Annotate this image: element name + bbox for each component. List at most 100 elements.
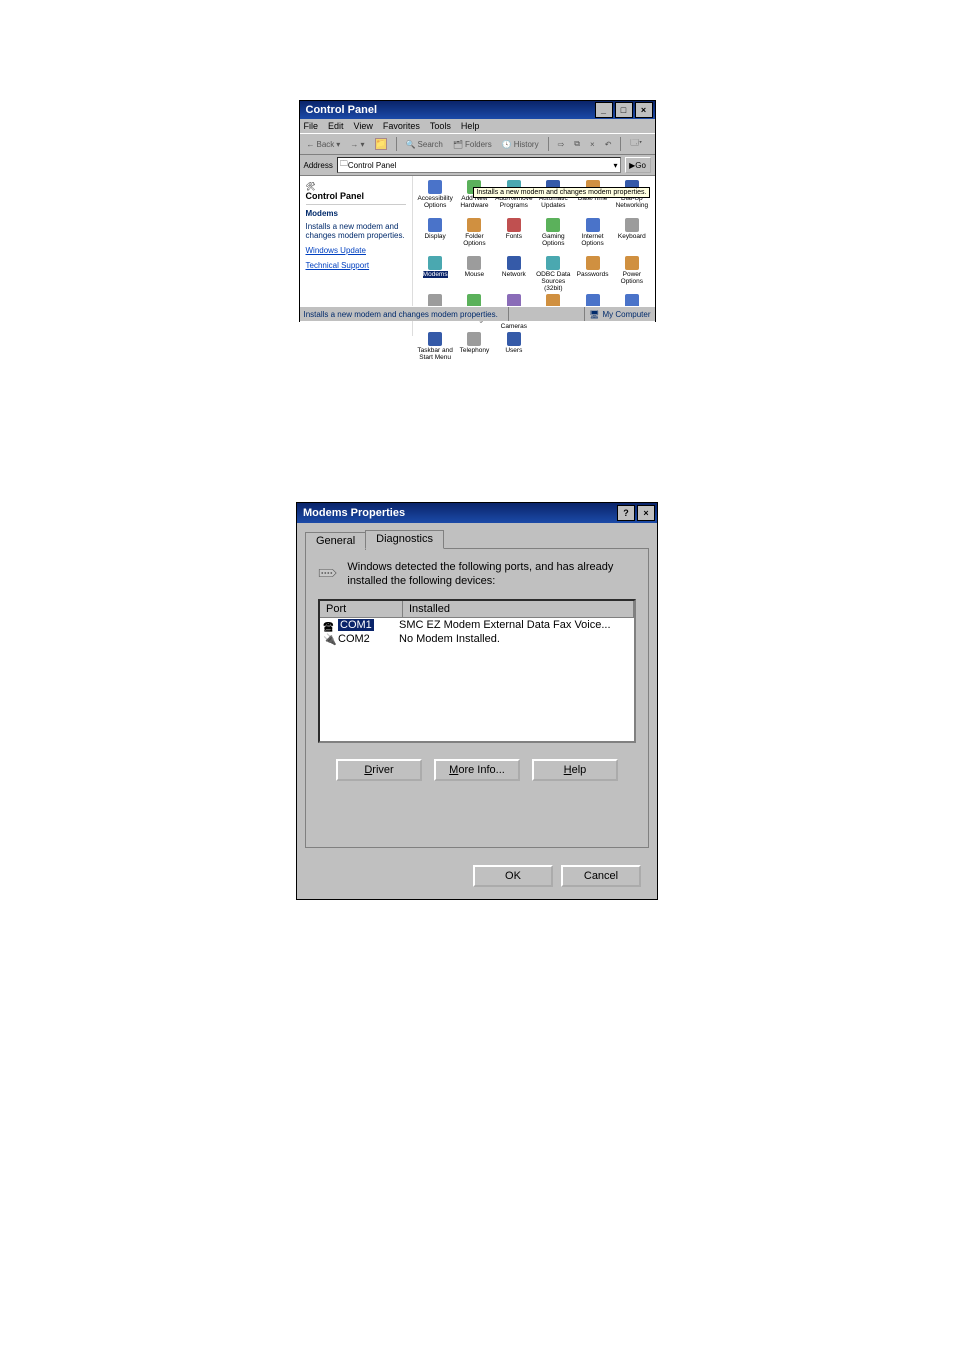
menu-file[interactable]: File — [304, 121, 319, 131]
control-panel-item[interactable]: Network — [495, 256, 533, 292]
copyto-button[interactable]: ⧉ — [571, 138, 583, 150]
titlebar[interactable]: Control Panel _ □ × — [300, 101, 655, 119]
control-panel-item[interactable]: Dial-Up Networking — [613, 180, 650, 216]
control-panel-item[interactable]: Mouse — [456, 256, 493, 292]
status-text: Installs a new modem and changes modem p… — [304, 310, 505, 319]
folder-icon: 🗀 — [340, 158, 348, 172]
go-button[interactable]: ▶Go — [625, 157, 651, 173]
modems-properties-dialog: Modems Properties ? × General Diagnostic… — [296, 502, 658, 900]
menu-view[interactable]: View — [354, 121, 373, 131]
applet-label: Keyboard — [618, 233, 646, 240]
undo-button[interactable]: ↶ — [602, 139, 615, 150]
control-panel-item[interactable]: Telephony — [456, 332, 493, 368]
applet-label: Passwords — [577, 271, 609, 278]
views-button[interactable]: 🗔▾ — [627, 136, 645, 152]
menu-favorites[interactable]: Favorites — [383, 121, 420, 131]
tab-general[interactable]: General — [305, 532, 366, 550]
control-panel-item[interactable]: Automatic Updates — [535, 180, 572, 216]
titlebar[interactable]: Modems Properties ? × — [297, 503, 657, 523]
control-panel-item[interactable]: Add New Hardware — [456, 180, 493, 216]
delete-button[interactable]: × — [587, 139, 598, 150]
control-panel-item[interactable]: Passwords — [574, 256, 611, 292]
control-panel-item[interactable]: Users — [495, 332, 533, 368]
control-panel-item[interactable]: Power Options — [613, 256, 650, 292]
control-panel-item[interactable]: Accessibility Options — [417, 180, 454, 216]
forward-button[interactable]: → ▾ — [347, 139, 367, 150]
diagnostic-buttons: Driver More Info... Help — [324, 759, 630, 781]
header-port[interactable]: Port — [320, 601, 403, 617]
tech-support-link[interactable]: Technical Support — [306, 261, 406, 270]
applet-label: Fonts — [506, 233, 522, 240]
port-row[interactable]: 🔌COM2No Modem Installed. — [320, 632, 634, 646]
tab-diagnostics[interactable]: Diagnostics — [365, 530, 444, 549]
selected-item-title: Modems — [306, 209, 406, 218]
control-panel-item[interactable]: Keyboard — [613, 218, 650, 254]
driver-button[interactable]: Driver — [336, 759, 422, 781]
control-panel-item[interactable]: Add/Remove Programs — [495, 180, 533, 216]
cancel-button[interactable]: Cancel — [561, 865, 641, 887]
applet-label: Internet Options — [574, 233, 611, 247]
applet-label: Display — [424, 233, 445, 240]
control-panel-item[interactable]: Date/Time — [574, 180, 611, 216]
port-name: COM2 — [338, 633, 370, 645]
control-panel-item[interactable]: Folder Options — [456, 218, 493, 254]
applet-icon — [586, 256, 600, 270]
minimize-button[interactable]: _ — [595, 102, 613, 118]
history-button[interactable]: 🕓History — [499, 139, 542, 150]
applet-label: Folder Options — [456, 233, 493, 247]
applet-icon — [428, 332, 442, 346]
applet-label: Gaming Options — [535, 233, 572, 247]
applet-icon — [428, 218, 442, 232]
applet-label: Taskbar and Start Menu — [417, 347, 454, 361]
applet-icon — [546, 256, 560, 270]
control-panel-item[interactable]: Fonts — [495, 218, 533, 254]
help-button[interactable]: ? — [617, 505, 635, 521]
selected-item-desc: Installs a new modem and changes modem p… — [306, 222, 406, 240]
serial-port-icon — [318, 561, 337, 585]
maximize-button[interactable]: □ — [615, 102, 633, 118]
applet-icon — [467, 332, 481, 346]
address-field[interactable]: 🗀 Control Panel ▾ — [337, 157, 621, 173]
control-panel-item[interactable]: ODBC Data Sources (32bit) — [535, 256, 572, 292]
control-panel-item[interactable]: Internet Options — [574, 218, 611, 254]
port-row[interactable]: 🖀COM1SMC EZ Modem External Data Fax Voic… — [320, 618, 634, 632]
applet-icon — [507, 256, 521, 270]
windows-update-link[interactable]: Windows Update — [306, 246, 406, 255]
close-button[interactable]: × — [635, 102, 653, 118]
control-panel-item[interactable]: Display — [417, 218, 454, 254]
dialog-title: Modems Properties — [299, 507, 615, 519]
status-bar: Installs a new modem and changes modem p… — [300, 306, 655, 321]
applet-icon — [625, 256, 639, 270]
applet-icon — [507, 218, 521, 232]
dropdown-icon[interactable]: ▾ — [613, 161, 617, 170]
applet-label: ODBC Data Sources (32bit) — [535, 271, 572, 292]
more-info-button[interactable]: More Info... — [434, 759, 520, 781]
menu-bar: File Edit View Favorites Tools Help — [300, 119, 655, 133]
header-installed[interactable]: Installed — [403, 601, 634, 617]
back-button[interactable]: ← Back ▾ — [304, 139, 344, 150]
control-panel-item[interactable]: Modems — [417, 256, 454, 292]
menu-tools[interactable]: Tools — [430, 121, 451, 131]
control-panel-item[interactable]: Taskbar and Start Menu — [417, 332, 454, 368]
applet-label: Users — [505, 347, 522, 354]
tab-strip: General Diagnostics — [305, 529, 649, 548]
sidebar-heading: Control Panel — [306, 191, 365, 201]
list-header[interactable]: Port Installed — [320, 601, 634, 618]
control-panel-item[interactable]: Gaming Options — [535, 218, 572, 254]
moveto-button[interactable]: ⇨ — [555, 139, 568, 150]
ok-button[interactable]: OK — [473, 865, 553, 887]
up-button[interactable]: 📁 — [372, 137, 390, 151]
menu-help[interactable]: Help — [461, 121, 480, 131]
applet-icon — [428, 180, 442, 194]
intro-text: Windows detected the following ports, an… — [347, 561, 636, 589]
tab-panel-diagnostics: Windows detected the following ports, an… — [305, 548, 649, 848]
toolbar: ← Back ▾ → ▾ 📁 🔍Search 🗂Folders 🕓History… — [300, 133, 655, 155]
ports-listbox[interactable]: Port Installed 🖀COM1SMC EZ Modem Externa… — [318, 599, 636, 743]
search-button[interactable]: 🔍Search — [403, 139, 446, 150]
address-bar: Address 🗀 Control Panel ▾ ▶Go — [300, 155, 655, 176]
close-button[interactable]: × — [637, 505, 655, 521]
help-button[interactable]: Help — [532, 759, 618, 781]
applet-label: Power Options — [613, 271, 650, 285]
menu-edit[interactable]: Edit — [328, 121, 344, 131]
folders-button[interactable]: 🗂Folders — [450, 139, 495, 150]
